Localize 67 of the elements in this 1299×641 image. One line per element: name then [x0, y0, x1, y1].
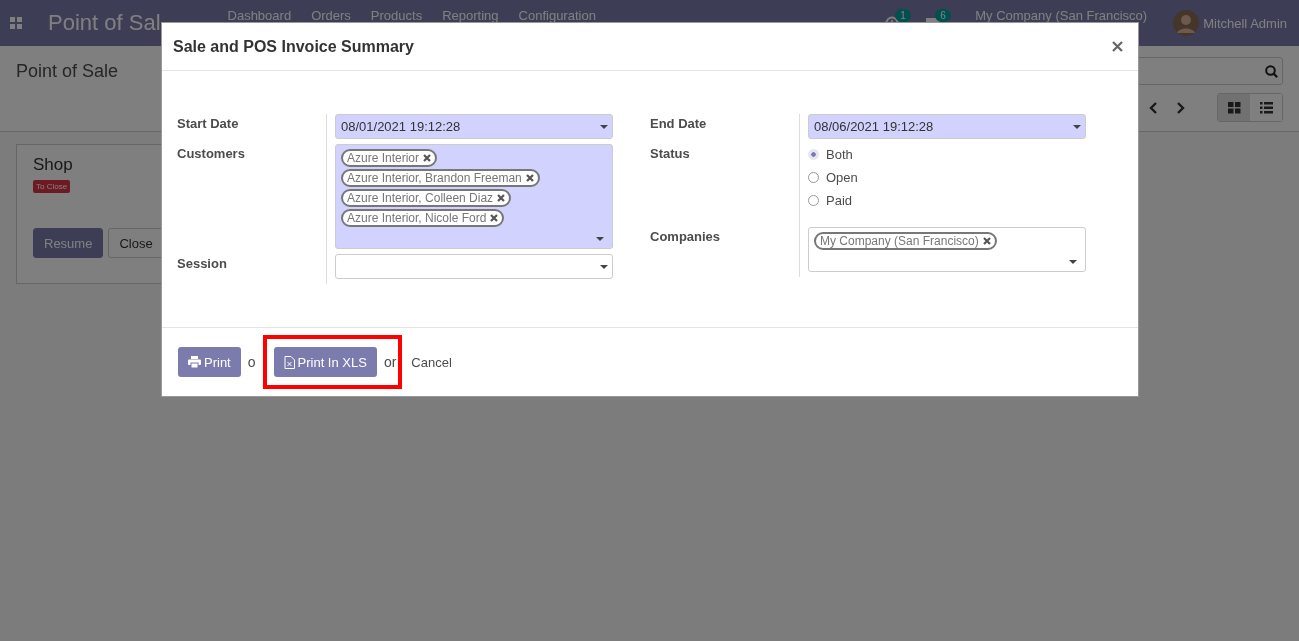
field-label: Status — [650, 145, 691, 163]
remove-icon[interactable] — [982, 237, 991, 245]
card-title: Shop — [33, 155, 73, 175]
field-label: Customers — [177, 145, 246, 163]
dialog-title: Sale and POS Invoice Summary — [173, 37, 414, 56]
remove-icon[interactable] — [497, 194, 506, 202]
radio-button[interactable] — [808, 195, 819, 206]
cancel-link[interactable]: Cancel — [411, 354, 452, 370]
tag-label: Azure Interior, Nicole Ford — [347, 211, 487, 225]
remove-icon[interactable] — [525, 174, 534, 182]
close-button[interactable]: Close — [108, 228, 164, 258]
breadcrumb[interactable]: Point of Sale — [16, 60, 119, 82]
option-label: Open — [826, 170, 858, 185]
separator-text: or — [383, 354, 397, 370]
date-field[interactable]: 08/06/2021 19:12:28 — [808, 114, 1086, 139]
menu-item[interactable]: Configuration — [508, 8, 606, 23]
field-label: Companies — [650, 228, 722, 246]
tag-label: Azure Interior — [347, 151, 420, 165]
next-icon[interactable] — [1176, 100, 1186, 115]
select-field[interactable] — [335, 254, 613, 279]
status-badge: To Close — [33, 180, 71, 193]
field-label: Session — [177, 255, 228, 273]
menu-item[interactable]: Reporting — [432, 8, 509, 23]
radio-option[interactable]: Paid — [808, 193, 1086, 208]
previous-icon[interactable] — [1148, 100, 1158, 115]
user-name[interactable]: Mitchell Admin — [1203, 15, 1287, 31]
list-icon — [1259, 101, 1273, 114]
grid-icon — [1227, 101, 1241, 114]
option-label: Paid — [826, 193, 853, 208]
apps-menu-icon[interactable] — [10, 17, 22, 29]
field-label: Start Date — [177, 115, 240, 133]
tag-label: Azure Interior, Brandon Freeman — [347, 171, 522, 185]
avatar-icon — [1173, 10, 1200, 36]
print-button[interactable]: Print — [178, 347, 241, 377]
tag-label: My Company (San Francisco) — [820, 234, 979, 248]
menu-item[interactable]: Products — [360, 8, 433, 23]
menu-item[interactable]: Orders — [301, 8, 361, 23]
radio-option[interactable]: Open — [808, 170, 1086, 185]
print-xls-button[interactable]: Print In XLS — [273, 347, 377, 377]
search-icon[interactable] — [1265, 64, 1278, 78]
caret-icon — [600, 124, 608, 129]
tag-label: Azure Interior, Colleen Diaz — [347, 191, 494, 205]
caret-icon — [600, 264, 608, 269]
option-label: Both — [826, 147, 853, 162]
field-value: 08/01/2021 19:12:28 — [341, 119, 461, 134]
date-field[interactable]: 08/01/2021 19:12:28 — [335, 114, 613, 139]
caret-icon — [1073, 124, 1081, 129]
remove-icon[interactable] — [490, 214, 499, 222]
caret-icon — [596, 237, 604, 241]
close-icon — [1112, 41, 1123, 52]
separator-text: o — [247, 354, 256, 370]
field-label: End Date — [650, 115, 708, 133]
resume-button[interactable]: Resume — [33, 228, 104, 258]
radio-button[interactable] — [808, 172, 819, 183]
file-icon — [283, 355, 295, 369]
tags-field[interactable]: My Company (San Francisco) — [808, 227, 1086, 272]
field-value: 08/06/2021 19:12:28 — [814, 119, 934, 134]
printer-icon — [188, 356, 201, 368]
count-badge: 6 — [935, 9, 951, 22]
app-title: Point of Sal — [48, 10, 161, 36]
caret-icon — [1069, 260, 1077, 264]
menu-item[interactable]: Dashboard — [217, 8, 302, 23]
radio-option[interactable]: Both — [808, 147, 1086, 162]
count-badge: 1 — [895, 9, 911, 22]
kanban-view-button[interactable] — [1218, 94, 1250, 121]
tags-field[interactable]: Azure Interior Azure Interior, Brandon Freeman Azure Interior, Colleen Diaz Azure Interior, Nicole Ford — [335, 144, 613, 249]
remove-icon[interactable] — [423, 154, 432, 162]
